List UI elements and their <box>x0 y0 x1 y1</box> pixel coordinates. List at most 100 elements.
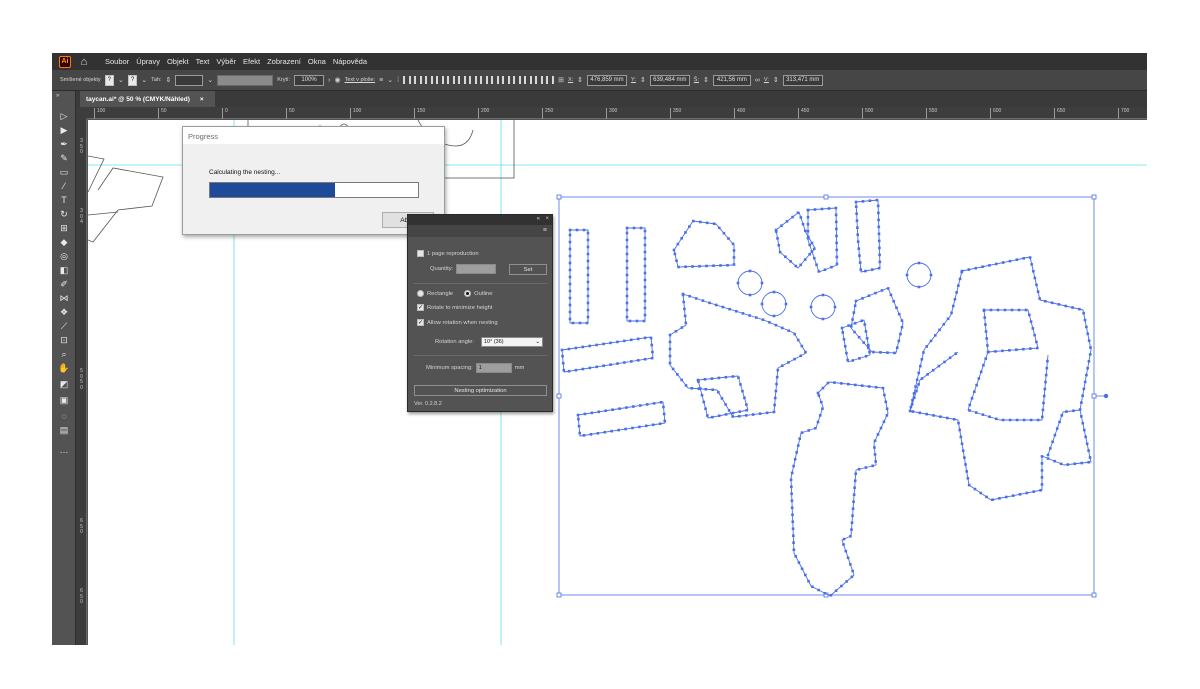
menu-upravy[interactable]: Úpravy <box>136 57 160 66</box>
close-icon[interactable]: × <box>200 96 204 103</box>
gradient-tool-icon[interactable]: ◧ <box>58 265 70 276</box>
menu-zobrazeni[interactable]: Zobrazení <box>267 57 301 66</box>
stepper-icon[interactable]: ⇕ <box>773 76 779 84</box>
align-buttons[interactable] <box>403 76 555 84</box>
page-reproduction-checkbox[interactable] <box>417 250 424 257</box>
direct-selection-tool-icon[interactable]: ▶ <box>58 125 70 136</box>
fill-stroke-icon[interactable]: ◩ <box>58 379 70 390</box>
set-button[interactable]: Set <box>509 264 547 275</box>
text-on-path-label[interactable]: Text v ploše: <box>345 77 376 83</box>
min-spacing-input[interactable]: 1 <box>475 363 512 373</box>
panel-header[interactable]: « × <box>408 215 552 225</box>
anchor-point <box>631 426 634 430</box>
mesh-tool-icon[interactable]: ⊞ <box>58 223 70 234</box>
nesting-optimization-button[interactable]: Nesting optimization <box>414 385 547 396</box>
rotate-tool-icon[interactable]: ↻ <box>58 209 70 220</box>
anchor-point <box>625 308 629 312</box>
menu-objekt[interactable]: Objekt <box>167 57 189 66</box>
outline-radio[interactable] <box>464 290 472 297</box>
more-tools-icon[interactable]: … <box>58 445 70 456</box>
slice-tool-icon[interactable]: ⟋ <box>58 321 70 332</box>
anchor-point <box>560 348 564 352</box>
pen-tool-icon[interactable]: ✒ <box>58 139 70 150</box>
anchor-point <box>867 385 871 388</box>
paintbrush-tool-icon[interactable]: ⁄ <box>58 181 70 192</box>
hand-tool-icon[interactable]: ✋ <box>58 363 70 374</box>
eyedropper-tool-icon[interactable]: ✐ <box>58 279 70 290</box>
panel-collapse-icon[interactable]: » <box>56 93 59 99</box>
anchor-point <box>1081 421 1085 425</box>
anchor-point <box>1032 269 1035 273</box>
ruler-origin[interactable] <box>76 107 87 119</box>
panel-menu-icon[interactable]: ≡ <box>543 227 547 234</box>
blend-tool-icon[interactable]: ⋈ <box>58 293 70 304</box>
anchor-point <box>623 339 626 343</box>
anchor-point <box>981 265 984 269</box>
home-icon[interactable]: ⌂ <box>77 56 91 68</box>
menu-napoveda[interactable]: Nápověda <box>333 57 367 66</box>
allow-rotation-checkbox[interactable]: ✓ <box>417 319 424 326</box>
screen-mode-icon[interactable]: ▤ <box>58 425 70 436</box>
stepper-icon[interactable]: ⇕ <box>166 76 172 84</box>
menu-text[interactable]: Text <box>196 57 210 66</box>
menu-soubor[interactable]: Soubor <box>105 57 129 66</box>
anchor-point <box>850 521 854 524</box>
selection-tool-icon[interactable]: ▷ <box>58 111 70 122</box>
anchor-point <box>804 573 807 577</box>
menu-vyber[interactable]: Výběr <box>216 57 236 66</box>
color-mode-icon[interactable]: ▣ <box>58 395 70 406</box>
anchor-point <box>846 358 849 362</box>
anchor-point <box>867 294 871 298</box>
y-input[interactable]: 639,484 mm <box>649 74 690 86</box>
stroke-swatch[interactable]: ? <box>127 74 138 86</box>
vertical-ruler[interactable]: 350 304 5050 650 650 <box>76 119 87 645</box>
opacity-input[interactable]: 100% <box>294 74 325 86</box>
rotation-angle-select[interactable]: 10° (36) ⌄ <box>481 337 543 347</box>
anchor-point <box>884 400 888 404</box>
chevron-down-icon[interactable]: ⌄ <box>118 76 124 84</box>
anchor-point <box>1036 418 1040 422</box>
anchor-point <box>818 414 822 417</box>
chevron-down-icon[interactable]: ⌄ <box>387 76 393 84</box>
type-tool-icon[interactable]: T <box>58 195 70 206</box>
curvature-tool-icon[interactable]: ✎ <box>58 153 70 164</box>
stroke-weight-input[interactable] <box>175 74 204 86</box>
rectangle-radio[interactable] <box>417 290 424 297</box>
anchor-point <box>1011 494 1015 497</box>
chevron-right-icon[interactable]: › <box>328 77 330 84</box>
rectangle-tool-icon[interactable]: ▭ <box>58 167 70 178</box>
x-input[interactable]: 476,859 mm <box>587 74 628 86</box>
transform-reference-icon[interactable]: ⊞ <box>558 76 564 84</box>
horizontal-ruler[interactable]: 100 50 0 50 100 150 200 250 300 350 400 450 500 550 60… <box>87 107 1147 119</box>
chevron-down-icon[interactable]: ⌄ <box>141 76 147 84</box>
menu-efekt[interactable]: Efekt <box>243 57 260 66</box>
anchor-point <box>625 294 629 298</box>
close-icon[interactable]: × <box>545 216 549 222</box>
width-input[interactable]: 421,56 mm <box>712 74 751 86</box>
anchor-point <box>855 219 859 223</box>
chevron-down-icon[interactable]: ⌄ <box>207 76 213 84</box>
draw-mode-icon[interactable]: ◌ <box>58 411 70 422</box>
stepper-icon[interactable]: ⇕ <box>577 76 583 84</box>
stroke-profile-dropdown[interactable] <box>217 74 274 86</box>
text-align-icon[interactable]: ≡ <box>379 77 383 84</box>
height-input[interactable]: 313,471 mm <box>782 74 823 86</box>
rotate-min-height-checkbox[interactable]: ✓ <box>417 304 424 311</box>
panel-collapse-icon[interactable]: « <box>537 216 540 222</box>
document-tab[interactable]: taycan.ai* @ 50 % (CMYK/Náhled) × <box>80 91 215 107</box>
anchor-point <box>1082 387 1086 391</box>
eraser-tool-icon[interactable]: ◆ <box>58 237 70 248</box>
fill-swatch[interactable]: ? <box>104 74 115 86</box>
link-icon[interactable]: ∞ <box>755 77 760 84</box>
version-label: Ver. 0.2.8.2 <box>414 401 442 407</box>
distribute-icon[interactable]: ⁞ <box>397 77 399 84</box>
stepper-icon[interactable]: ⇕ <box>703 76 709 84</box>
artboard-tool-icon[interactable]: ⊡ <box>58 335 70 346</box>
recolor-icon[interactable]: ◉ <box>334 76 340 84</box>
shape-builder-tool-icon[interactable]: ◎ <box>58 251 70 262</box>
zoom-tool-icon[interactable]: ⌕ <box>58 349 70 360</box>
symbol-sprayer-tool-icon[interactable]: ❖ <box>58 307 70 318</box>
stepper-icon[interactable]: ⇕ <box>640 76 646 84</box>
menu-okna[interactable]: Okna <box>308 57 326 66</box>
quantity-input[interactable] <box>456 264 497 274</box>
